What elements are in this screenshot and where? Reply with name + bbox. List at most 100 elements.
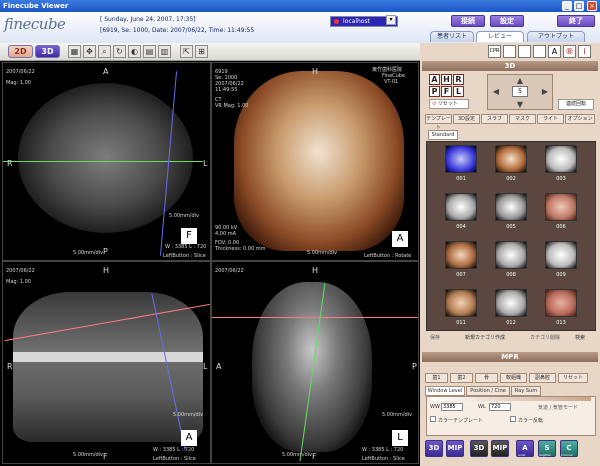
template-thumbnail-004[interactable] [445,193,477,221]
template-thumbnail-007[interactable] [445,241,477,269]
coronal-viewport[interactable]: 2007/06/22 Mag: 1.00 H R L F 5.00mm/div … [2,261,211,464]
save-template-button[interactable]: 保存 [430,334,440,341]
vr-mag: VR Mag: 1.00 [215,103,249,109]
bottom-3d-alt-button[interactable]: 3D [470,440,488,457]
view-f-button[interactable]: F [441,86,452,97]
cpr-button[interactable]: CPR [488,45,501,58]
angle-icon[interactable] [533,45,546,58]
bottom-mip-button[interactable]: MIP [446,440,464,457]
tab-patient-list[interactable]: 患者リスト [430,31,474,42]
wl-input[interactable]: 720 [489,403,511,411]
annotation-a-icon[interactable]: A [548,45,561,58]
template-thumbnail-009[interactable] [545,241,577,269]
sagittal-orient-cube-icon[interactable]: L [392,430,408,446]
template-thumbnail-006[interactable] [545,193,577,221]
tab-ray-sum[interactable]: Ray Sum [511,386,541,396]
vr-viewport[interactable]: 6919 Se: 1000 2007/06/22 11:49:55 CT VR … [211,62,419,261]
sagittal-viewport[interactable]: 2007/06/22 H A P F 5.00mm/div 5.00mm/div… [211,261,419,464]
view-h-button[interactable]: H [441,74,452,85]
view-l-button[interactable]: L [453,86,464,97]
tab-standard[interactable]: Standard [428,130,458,140]
view-r-button[interactable]: R [453,74,464,85]
mpr-view-soft-tissue[interactable]: 軟組織 [500,373,527,383]
window-icon[interactable]: ▤ [143,45,156,58]
measure-icon[interactable] [518,45,531,58]
reset-view-button[interactable]: ↺ リセット [429,99,469,109]
template-thumbnail-003[interactable] [545,145,577,173]
mode-3d-toggle[interactable]: 3D [35,45,60,58]
info-icon[interactable]: i [578,45,591,58]
bottom-mip-alt-button[interactable]: MIP [491,440,509,457]
mpr-view-tooth1[interactable]: 歯1 [425,373,448,383]
template-thumbnail-005[interactable] [495,193,527,221]
axial-viewport[interactable]: 2007/06/22 Mag: 1.00 A R L P 5.00mm/div … [2,62,211,261]
window-level-slider[interactable] [431,397,591,401]
template-label-013: 013 [556,320,566,326]
vr-time: 11:49:55 [215,87,238,93]
tab-slab[interactable]: スラブ [481,114,508,124]
color-template-checkbox[interactable] [430,416,436,422]
tab-window-level[interactable]: Window Level [425,386,465,396]
tab-template[interactable]: テンプレート [425,114,452,131]
rotate-up-icon[interactable]: ▲ [515,76,525,85]
tab-3d-settings[interactable]: 3D設定 [453,114,480,124]
minimize-button[interactable]: _ [562,1,572,11]
host-dropdown-icon[interactable]: ▾ [386,15,396,25]
template-label-012: 012 [506,320,516,326]
axial-horizontal-line[interactable] [3,161,203,162]
connect-button[interactable]: 接続 [451,15,485,27]
color-invert-checkbox[interactable] [510,416,516,422]
rotate-left-icon[interactable]: ◀ [491,87,501,96]
palette-icon[interactable]: ▥ [158,45,171,58]
sagittal-horizontal-line[interactable] [212,317,418,318]
bottom-3d-button[interactable]: 3D [425,440,443,457]
color-invert-label: カラー反転 [518,418,544,424]
reset-r-icon[interactable]: ® [563,45,576,58]
pan-icon[interactable]: ✥ [83,45,96,58]
continuous-rotate-button[interactable]: 連続回転 [558,99,594,110]
template-thumbnail-011[interactable] [445,289,477,317]
rotate-down-icon[interactable]: ▼ [515,100,525,109]
ww-input[interactable]: 3385 [441,403,463,411]
coronal-orient-cube-icon[interactable]: A [181,430,197,446]
tab-mask[interactable]: マスク [509,114,536,124]
tab-position-cine[interactable]: Position / Cine [466,386,510,396]
mpr-view-bone[interactable]: 骨 [475,373,498,383]
layout-icon[interactable]: ▦ [68,45,81,58]
vr-orient-cube-icon[interactable]: A [392,231,408,247]
marker-icon[interactable] [503,45,516,58]
contrast-icon[interactable]: ◐ [128,45,141,58]
tab-options[interactable]: オプション [565,114,595,124]
tab-output[interactable]: アウトプット [527,31,585,42]
maximize-button[interactable]: □ [574,1,584,11]
tab-review[interactable]: レビュー [476,31,524,42]
template-thumbnail-008[interactable] [495,241,527,269]
close-button[interactable]: × [587,1,597,11]
search-button[interactable]: 検索 [575,334,585,341]
zoom-icon[interactable]: ⌕ [98,45,111,58]
mpr-view-sinus[interactable]: 副鼻腔 [529,373,556,383]
template-thumbnail-001[interactable] [445,145,477,173]
template-thumbnail-002[interactable] [495,145,527,173]
settings-button[interactable]: 設定 [490,15,524,27]
rotate-right-icon[interactable]: ▶ [540,87,550,96]
new-category-button[interactable]: 新規カテゴリ作成 [465,334,505,341]
rotation-step-input[interactable]: 5 [512,86,528,97]
grid-icon[interactable]: ⊞ [195,45,208,58]
exit-button[interactable]: 終了 [557,15,595,27]
template-thumbnail-013[interactable] [545,289,577,317]
pointer-icon[interactable]: ⇱ [180,45,193,58]
sagittal-mode: LeftButton : Slice [362,456,405,462]
view-a-button[interactable]: A [429,74,440,85]
view-p-button[interactable]: P [429,86,440,97]
mpr-reset-button[interactable]: リセット [558,373,588,383]
rotate-icon[interactable]: ↻ [113,45,126,58]
airway-mode-label[interactable]: 気道 / 気管モード [538,404,578,411]
axial-orient-cube-icon[interactable]: F [181,228,197,244]
mode-2d-toggle[interactable]: 2D [8,45,33,58]
delete-category-button[interactable]: カテゴリ削除 [530,334,560,341]
mpr-view-tooth2[interactable]: 歯2 [450,373,473,383]
template-label-004: 004 [456,224,466,230]
tab-light[interactable]: ライト [537,114,564,124]
template-thumbnail-012[interactable] [495,289,527,317]
